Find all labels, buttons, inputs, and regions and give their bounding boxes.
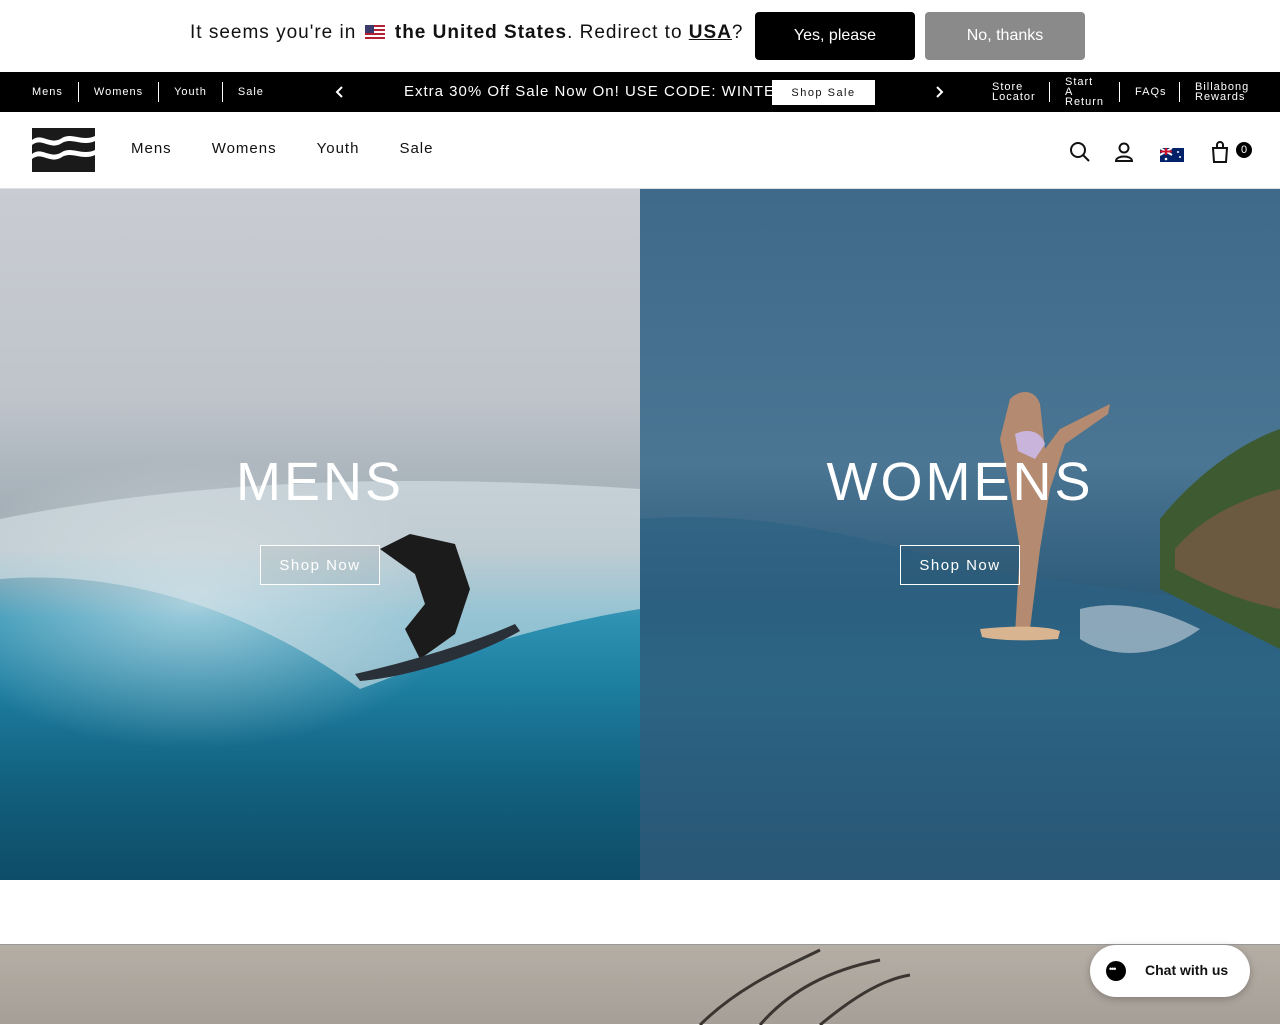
nav-womens[interactable]: Womens xyxy=(212,140,277,157)
search-icon[interactable] xyxy=(1068,140,1092,164)
main-nav: Mens Womens Youth Sale xyxy=(131,140,473,157)
section-spacer xyxy=(0,880,1280,944)
geo-country: the United States xyxy=(394,22,568,43)
promo-next-arrow-icon[interactable] xyxy=(935,85,945,99)
yes-redirect-button[interactable]: Yes, please xyxy=(755,12,915,60)
top-promo-strip: Mens Womens Youth Sale Extra 30% Off Sal… xyxy=(0,72,1280,112)
hero-womens-title: WOMENS xyxy=(826,452,1094,512)
top-nav-womens[interactable]: Womens xyxy=(77,82,158,102)
womens-surfer-image xyxy=(640,392,1280,880)
divider xyxy=(1179,82,1180,102)
no-redirect-button[interactable]: No, thanks xyxy=(925,12,1085,60)
nav-youth[interactable]: Youth xyxy=(317,140,360,157)
faqs-link[interactable]: FAQs xyxy=(1135,72,1167,112)
top-strip-nav: Mens Womens Youth Sale xyxy=(32,72,279,112)
billabong-logo[interactable] xyxy=(32,128,95,172)
palm-tree-image xyxy=(698,948,911,1025)
mens-shop-now-button[interactable]: Shop Now xyxy=(260,545,380,585)
us-flag-icon xyxy=(364,25,385,39)
womens-shop-now-button[interactable]: Shop Now xyxy=(900,545,1020,585)
start-return-link[interactable]: Start A Return xyxy=(1065,72,1104,112)
geo-redirect-message: It seems you're in the United States. Re… xyxy=(190,22,744,44)
mens-surfer-image xyxy=(0,480,640,689)
cart-count-badge: 0 xyxy=(1236,142,1252,158)
chat-widget[interactable]: Chat with us xyxy=(1090,945,1250,997)
cart-icon[interactable] xyxy=(1208,140,1232,164)
rewards-link[interactable]: Billabong Rewards xyxy=(1195,72,1249,112)
nav-mens[interactable]: Mens xyxy=(131,140,172,157)
geo-suffix: ? xyxy=(731,22,744,43)
hero-womens-panel[interactable]: WOMENS Shop Now xyxy=(640,189,1280,880)
hero-mens-title: MENS xyxy=(235,452,404,512)
chat-label: Chat with us xyxy=(1145,962,1229,978)
nav-sale[interactable]: Sale xyxy=(399,140,433,157)
geo-redirect-banner: It seems you're in the United States. Re… xyxy=(0,0,1280,72)
geo-target-link[interactable]: USA xyxy=(689,22,732,43)
account-icon[interactable] xyxy=(1112,140,1136,164)
geo-prefix: It seems you're in xyxy=(190,22,357,43)
promo-prev-arrow-icon[interactable] xyxy=(334,85,344,99)
chat-bubble-icon xyxy=(1106,961,1126,981)
promo-message: Extra 30% Off Sale Now On! USE CODE: WIN… xyxy=(404,83,806,100)
rewards-line-2: Rewards xyxy=(1195,91,1246,103)
main-header: Mens Womens Youth Sale xyxy=(0,112,1280,189)
store-locator-link[interactable]: Store Locator xyxy=(992,72,1036,112)
top-nav-youth[interactable]: Youth xyxy=(158,82,222,102)
faqs-label: FAQs xyxy=(1135,86,1167,98)
australia-flag-icon[interactable] xyxy=(1160,143,1184,167)
start-return-line-3: Return xyxy=(1065,96,1105,108)
top-nav-mens[interactable]: Mens xyxy=(32,82,78,102)
divider xyxy=(1049,82,1050,102)
geo-redirect-text: . Redirect to xyxy=(567,22,683,43)
secondary-banner-image[interactable] xyxy=(0,944,1280,1025)
shop-sale-button[interactable]: Shop Sale xyxy=(772,80,875,105)
top-nav-sale[interactable]: Sale xyxy=(221,82,279,102)
store-locator-line-2: Locator xyxy=(992,91,1036,103)
divider xyxy=(1119,82,1120,102)
hero-mens-panel[interactable]: MENS Shop Now xyxy=(0,189,640,880)
